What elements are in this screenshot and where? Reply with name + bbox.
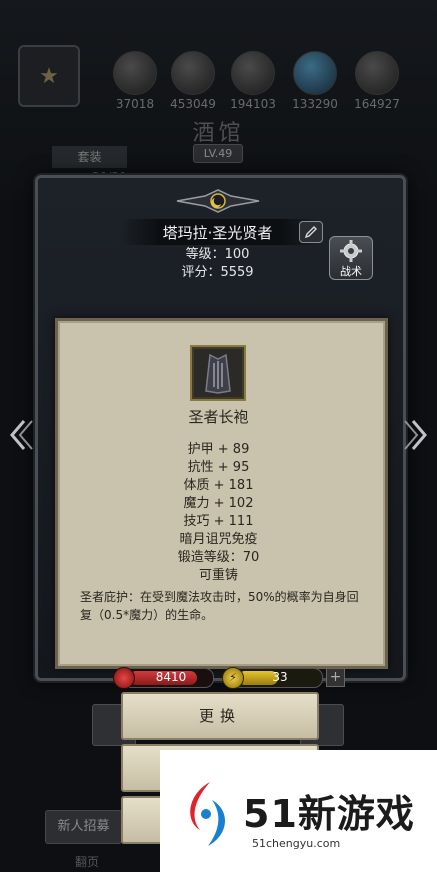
energy-value: 33 [272, 670, 288, 684]
food-icon [171, 51, 215, 95]
resource-food: 453049 [168, 51, 218, 111]
gear-icon [340, 240, 362, 262]
stat-resistance: 抗性 + 95 [187, 460, 250, 475]
watermark-url: 51chengyu.com [252, 837, 341, 850]
resource-gem: 133290 [290, 51, 340, 111]
stat-magic: 魔力 + 102 [183, 496, 254, 511]
page-label: 翻页 [75, 855, 100, 869]
lightning-icon: ⚡ [222, 667, 244, 689]
resource-bar: ★ 37018 453049 194103 133290 164927 [0, 45, 437, 115]
item-name: 圣者长袍 [188, 408, 249, 426]
add-energy-button[interactable]: + [326, 668, 345, 687]
watermark-logo-icon [190, 782, 226, 846]
recruit-button[interactable]: 新人招募 [45, 810, 122, 844]
watermark-brand: 51新游戏 [243, 792, 415, 836]
item-description: 圣者庇护：在受到魔法攻击时，50%的概率为自身回复（0.5*魔力）的生命。 [80, 590, 359, 622]
wood-icon [355, 51, 399, 95]
edit-name-icon[interactable] [299, 221, 323, 243]
stat-constitution: 体质 + 181 [183, 478, 254, 493]
gem-icon [293, 51, 337, 95]
resource-wood: 164927 [352, 51, 402, 111]
stat-armor: 护甲 + 89 [187, 442, 250, 457]
hp-bar: 8410 [113, 667, 214, 689]
crest-ornament-icon [176, 189, 260, 213]
coin-icon [113, 51, 157, 95]
heart-icon [113, 667, 135, 689]
energy-bar: ⚡ 33 [222, 667, 323, 689]
replace-button[interactable]: 更换 [121, 692, 319, 740]
iron-icon [231, 51, 275, 95]
tactics-label: 战术 [340, 265, 362, 278]
stat-forge-level: 锻造等级：70 [177, 550, 260, 565]
player-avatar[interactable]: ★ [18, 45, 80, 107]
stat-reforgeable: 可重铸 [198, 568, 238, 583]
prev-arrow-icon[interactable] [6, 418, 34, 452]
hp-value: 8410 [155, 670, 187, 684]
robe-item-icon [190, 345, 246, 401]
tavern-title: 酒馆 [192, 121, 245, 146]
hero-level: 等级：100 [185, 247, 250, 262]
tactics-button[interactable]: 战术 [329, 236, 373, 280]
equip-tab[interactable]: 套装 [52, 146, 127, 168]
resource-gold: 37018 [110, 51, 160, 111]
resource-iron: 194103 [228, 51, 278, 111]
tavern-level-badge: LV.49 [193, 144, 243, 163]
stat-curse-immunity: 暗月诅咒免疫 [179, 532, 258, 547]
next-arrow-icon[interactable] [403, 418, 431, 452]
stat-skill: 技巧 + 111 [183, 514, 254, 529]
hero-score: 评分：5559 [181, 265, 254, 280]
